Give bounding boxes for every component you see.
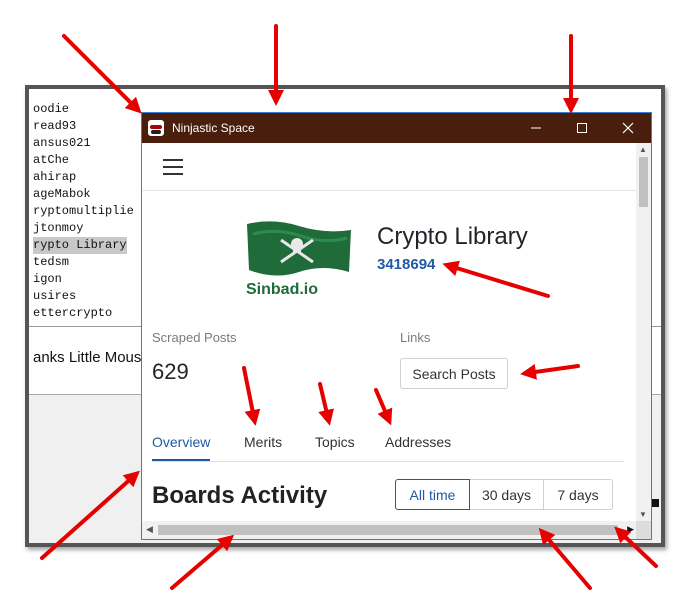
scroll-thumb[interactable] (158, 525, 618, 535)
title-bar[interactable]: Ninjastic Space (142, 113, 651, 143)
scroll-left-icon[interactable]: ◀ (146, 524, 153, 535)
profile-avatar: Sinbad.io (246, 221, 351, 298)
scraped-posts-label: Scraped Posts (152, 330, 237, 345)
logo-text: Sinbad.io (246, 281, 318, 298)
background-user-list: oodie read93 ansus021 atChe ahirap ageMa… (33, 101, 134, 322)
vertical-scrollbar[interactable]: ▲ ▼ (636, 143, 651, 521)
list-item[interactable]: atChe (33, 152, 134, 169)
links-label: Links (400, 330, 431, 345)
range-30-days-button[interactable]: 30 days (469, 479, 544, 510)
navbar (142, 143, 636, 191)
tab-bar: Overview Merits Topics Addresses (152, 425, 624, 462)
tab-merits[interactable]: Merits (244, 425, 282, 459)
range-7-days-button[interactable]: 7 days (543, 479, 613, 510)
minimize-button[interactable] (513, 113, 559, 143)
list-item[interactable]: ettercrypto (33, 305, 134, 322)
window-title: Ninjastic Space (172, 121, 255, 135)
profile-id-link[interactable]: 3418694 (377, 256, 435, 273)
close-button[interactable] (605, 113, 651, 143)
list-item[interactable]: tedsm (33, 254, 134, 271)
tab-overview[interactable]: Overview (152, 425, 211, 461)
arrow-to-scrollbar-left (170, 534, 235, 590)
tab-topics[interactable]: Topics (315, 425, 355, 459)
minimize-icon (531, 127, 541, 129)
list-item[interactable]: usires (33, 288, 134, 305)
scroll-down-icon[interactable]: ▼ (639, 510, 647, 519)
maximize-button[interactable] (559, 113, 605, 143)
list-item[interactable]: oodie (33, 101, 134, 118)
list-item[interactable]: igon (33, 271, 134, 288)
scroll-right-icon[interactable]: ▶ (627, 524, 634, 535)
time-range-selector: All time 30 days 7 days (395, 479, 613, 510)
boards-activity-title: Boards Activity (152, 482, 328, 509)
range-all-time-button[interactable]: All time (395, 479, 470, 510)
background-message: anks Little Mous (33, 349, 142, 366)
list-item[interactable]: ageMabok (33, 186, 134, 203)
list-item[interactable]: ansus021 (33, 135, 134, 152)
page-content: Sinbad.io Crypto Library 3418694 Scraped… (142, 143, 636, 521)
app-window: Ninjastic Space Sinbad.io Crypto Library… (141, 112, 652, 540)
profile-name: Crypto Library (377, 223, 528, 250)
hamburger-menu-icon[interactable] (163, 159, 183, 175)
scroll-up-icon[interactable]: ▲ (639, 145, 647, 154)
scroll-thumb[interactable] (639, 157, 648, 207)
tab-addresses[interactable]: Addresses (385, 425, 451, 459)
close-icon (622, 122, 634, 134)
list-item-selected[interactable]: rypto Library (33, 237, 127, 254)
scraped-posts-value: 629 (152, 359, 189, 384)
search-posts-button[interactable]: Search Posts (400, 358, 508, 389)
scrollbar-corner (636, 521, 651, 539)
list-item[interactable]: ahirap (33, 169, 134, 186)
list-item[interactable]: ryptomultiplie (33, 203, 134, 220)
list-item[interactable]: read93 (33, 118, 134, 135)
maximize-icon (577, 123, 587, 133)
horizontal-scrollbar[interactable]: ◀ ▶ (142, 521, 636, 539)
ninja-logo-icon (148, 120, 164, 136)
list-item[interactable]: jtonmoy (33, 220, 134, 237)
